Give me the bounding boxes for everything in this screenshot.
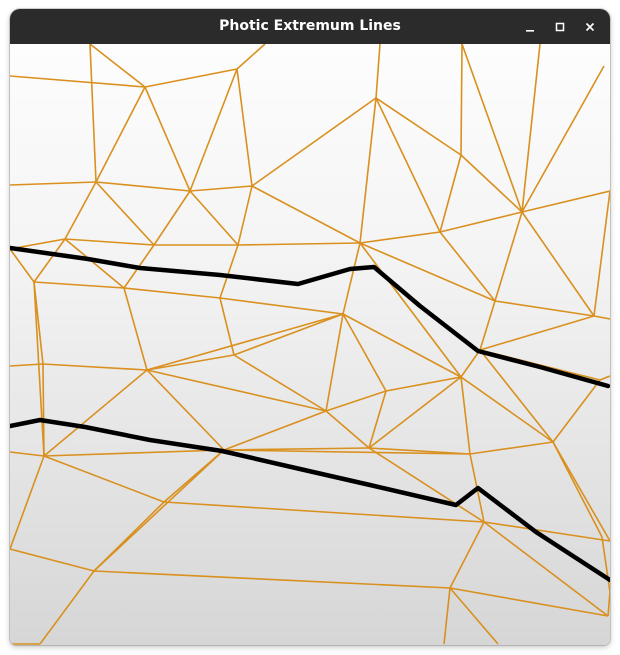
window-controls bbox=[518, 15, 602, 39]
mesh-edge bbox=[460, 44, 463, 156]
maximize-button[interactable] bbox=[548, 15, 572, 39]
title-bar[interactable]: Photic Extremum Lines bbox=[10, 9, 610, 44]
render-viewport bbox=[10, 44, 610, 645]
maximize-icon bbox=[555, 22, 565, 32]
app-window: Photic Extremum Lines bbox=[10, 9, 610, 645]
close-button[interactable] bbox=[578, 15, 602, 39]
render-canvas[interactable] bbox=[10, 44, 610, 645]
minimize-button[interactable] bbox=[518, 15, 542, 39]
shaded-background bbox=[10, 44, 610, 645]
minimize-icon bbox=[526, 30, 534, 32]
close-icon bbox=[585, 22, 595, 32]
